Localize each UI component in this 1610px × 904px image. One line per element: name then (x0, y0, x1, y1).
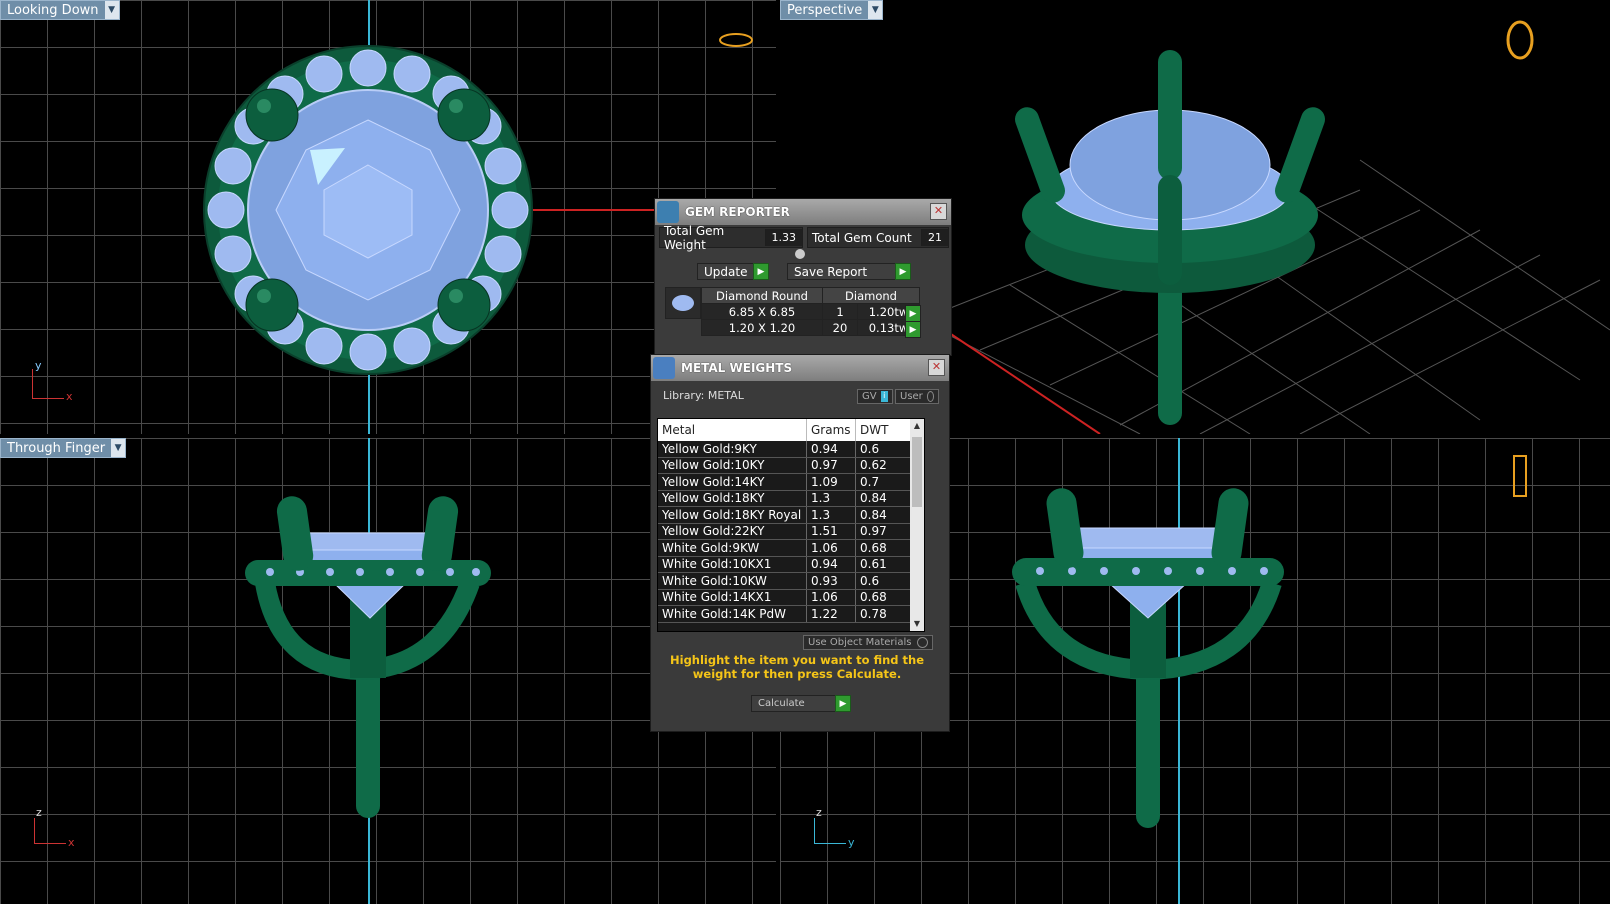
grams-cell: 0.93 (806, 572, 856, 590)
gem-thumbnail (665, 287, 701, 319)
gem-reporter-titlebar[interactable]: GEM REPORTER ✕ (655, 199, 951, 225)
ring-orientation-icon (1513, 455, 1527, 497)
gem-reporter-panel: GEM REPORTER ✕ Total Gem Weight 1.33 Tot… (654, 198, 952, 356)
grams-cell: 1.06 (806, 539, 856, 557)
table-row: 1.20 X 1.20 20 0.13tw (701, 319, 920, 336)
table-row[interactable]: White Gold:9KW 1.06 0.68 (658, 539, 924, 557)
table-row[interactable]: White Gold:14KX1 1.06 0.68 (658, 589, 924, 606)
table-row[interactable]: Yellow Gold:18KY Royal 1.3 0.84 (658, 506, 924, 524)
close-icon[interactable]: ✕ (928, 359, 945, 376)
metal-name-cell: White Gold:14K PdW (658, 605, 807, 623)
ring-orientation-icon (719, 33, 753, 47)
instruction-text: Highlight the item you want to find the … (670, 653, 924, 681)
metal-name-cell: Yellow Gold:10KY (658, 457, 807, 474)
metal-name-cell: Yellow Gold:18KY Royal (658, 506, 807, 524)
table-row[interactable]: White Gold:10KX1 0.94 0.61 (658, 556, 924, 573)
library-label: Library: METAL (663, 389, 744, 402)
metal-weights-panel: METAL WEIGHTS ✕ Library: METAL GV i User… (650, 354, 950, 732)
dropdown-arrow-icon[interactable]: ▼ (111, 439, 126, 457)
metal-table[interactable]: Metal Grams DWT Yellow Gold:9KY 0.94 0.6 Ye… (657, 418, 925, 632)
grams-cell: 1.09 (806, 473, 856, 491)
metal-name-cell: Yellow Gold:9KY (658, 441, 807, 458)
metal-name-cell: White Gold:10KX1 (658, 556, 807, 573)
table-row[interactable]: Yellow Gold:14KY 1.09 0.7 (658, 473, 924, 491)
table-row[interactable]: White Gold:10KW 0.93 0.6 (658, 572, 924, 590)
gem-row-play-button[interactable]: ▶ (905, 305, 921, 322)
table-row[interactable]: Yellow Gold:10KY 0.97 0.62 (658, 457, 924, 474)
viewport-label[interactable]: Through Finger ▼ (0, 438, 127, 458)
viewport-label[interactable]: Looking Down ▼ (0, 0, 120, 20)
gem-table: Diamond Round Diamond 6.85 X 6.85 1 1.20tw … (701, 287, 920, 336)
metal-name-cell: Yellow Gold:18KY (658, 490, 807, 507)
metal-weights-titlebar[interactable]: METAL WEIGHTS ✕ (651, 355, 949, 381)
gv-toggle[interactable]: GV i (857, 389, 893, 404)
total-gem-count: Total Gem Count 21 (807, 227, 949, 248)
grams-cell: 0.97 (806, 457, 856, 474)
viewport-label[interactable]: Perspective ▼ (780, 0, 884, 20)
table-row[interactable]: White Gold:14K PdW 1.22 0.78 (658, 605, 924, 623)
play-icon: ▶ (835, 695, 851, 712)
info-icon: i (880, 391, 888, 402)
grams-cell: 1.22 (806, 605, 856, 623)
grams-cell: 0.94 (806, 556, 856, 573)
scroll-thumb (912, 437, 922, 507)
axis-triad: z y (814, 806, 855, 849)
grams-cell: 1.06 (806, 589, 856, 606)
divider-handle-icon[interactable] (795, 249, 805, 259)
table-row[interactable]: Yellow Gold:9KY 0.94 0.6 (658, 441, 924, 458)
save-report-button[interactable]: Save Report ▶ (787, 263, 911, 280)
scroll-up-icon: ▲ (913, 421, 921, 430)
close-icon[interactable]: ✕ (930, 203, 947, 220)
metal-name-cell: White Gold:14KX1 (658, 589, 807, 606)
grams-cell: 1.3 (806, 506, 856, 524)
radio-icon (926, 391, 934, 402)
radio-icon (917, 637, 928, 648)
update-button[interactable]: Update ▶ (697, 263, 769, 280)
grams-cell: 1.3 (806, 490, 856, 507)
gem-reporter-icon (657, 201, 679, 223)
ring-orientation-icon (1506, 20, 1534, 60)
dropdown-arrow-icon[interactable]: ▼ (868, 1, 883, 19)
gem-row-play-button[interactable]: ▶ (905, 321, 921, 338)
play-icon: ▶ (895, 263, 911, 280)
user-toggle[interactable]: User (895, 389, 939, 404)
table-row[interactable]: Yellow Gold:18KY 1.3 0.84 (658, 490, 924, 507)
metal-name-cell: Yellow Gold:14KY (658, 473, 807, 491)
metal-name-cell: White Gold:9KW (658, 539, 807, 557)
table-row[interactable]: Yellow Gold:22KY 1.51 0.97 (658, 523, 924, 540)
flask-icon (653, 357, 675, 379)
scroll-down-icon: ▼ (913, 619, 921, 628)
axis-triad: z x (34, 806, 75, 849)
scrollbar[interactable]: ▲ ▼ (910, 419, 924, 631)
total-gem-weight: Total Gem Weight 1.33 (659, 224, 803, 252)
dropdown-arrow-icon[interactable]: ▼ (104, 1, 119, 19)
use-object-materials-toggle[interactable]: Use Object Materials (803, 635, 933, 650)
grams-cell: 1.51 (806, 523, 856, 540)
metal-name-cell: Yellow Gold:22KY (658, 523, 807, 540)
play-icon: ▶ (753, 263, 769, 280)
table-row: 6.85 X 6.85 1 1.20tw (701, 303, 920, 320)
metal-name-cell: White Gold:10KW (658, 572, 807, 590)
grams-cell: 0.94 (806, 441, 856, 458)
axis-triad: y x (32, 359, 82, 405)
calculate-button[interactable]: Calculate ▶ (751, 695, 851, 712)
